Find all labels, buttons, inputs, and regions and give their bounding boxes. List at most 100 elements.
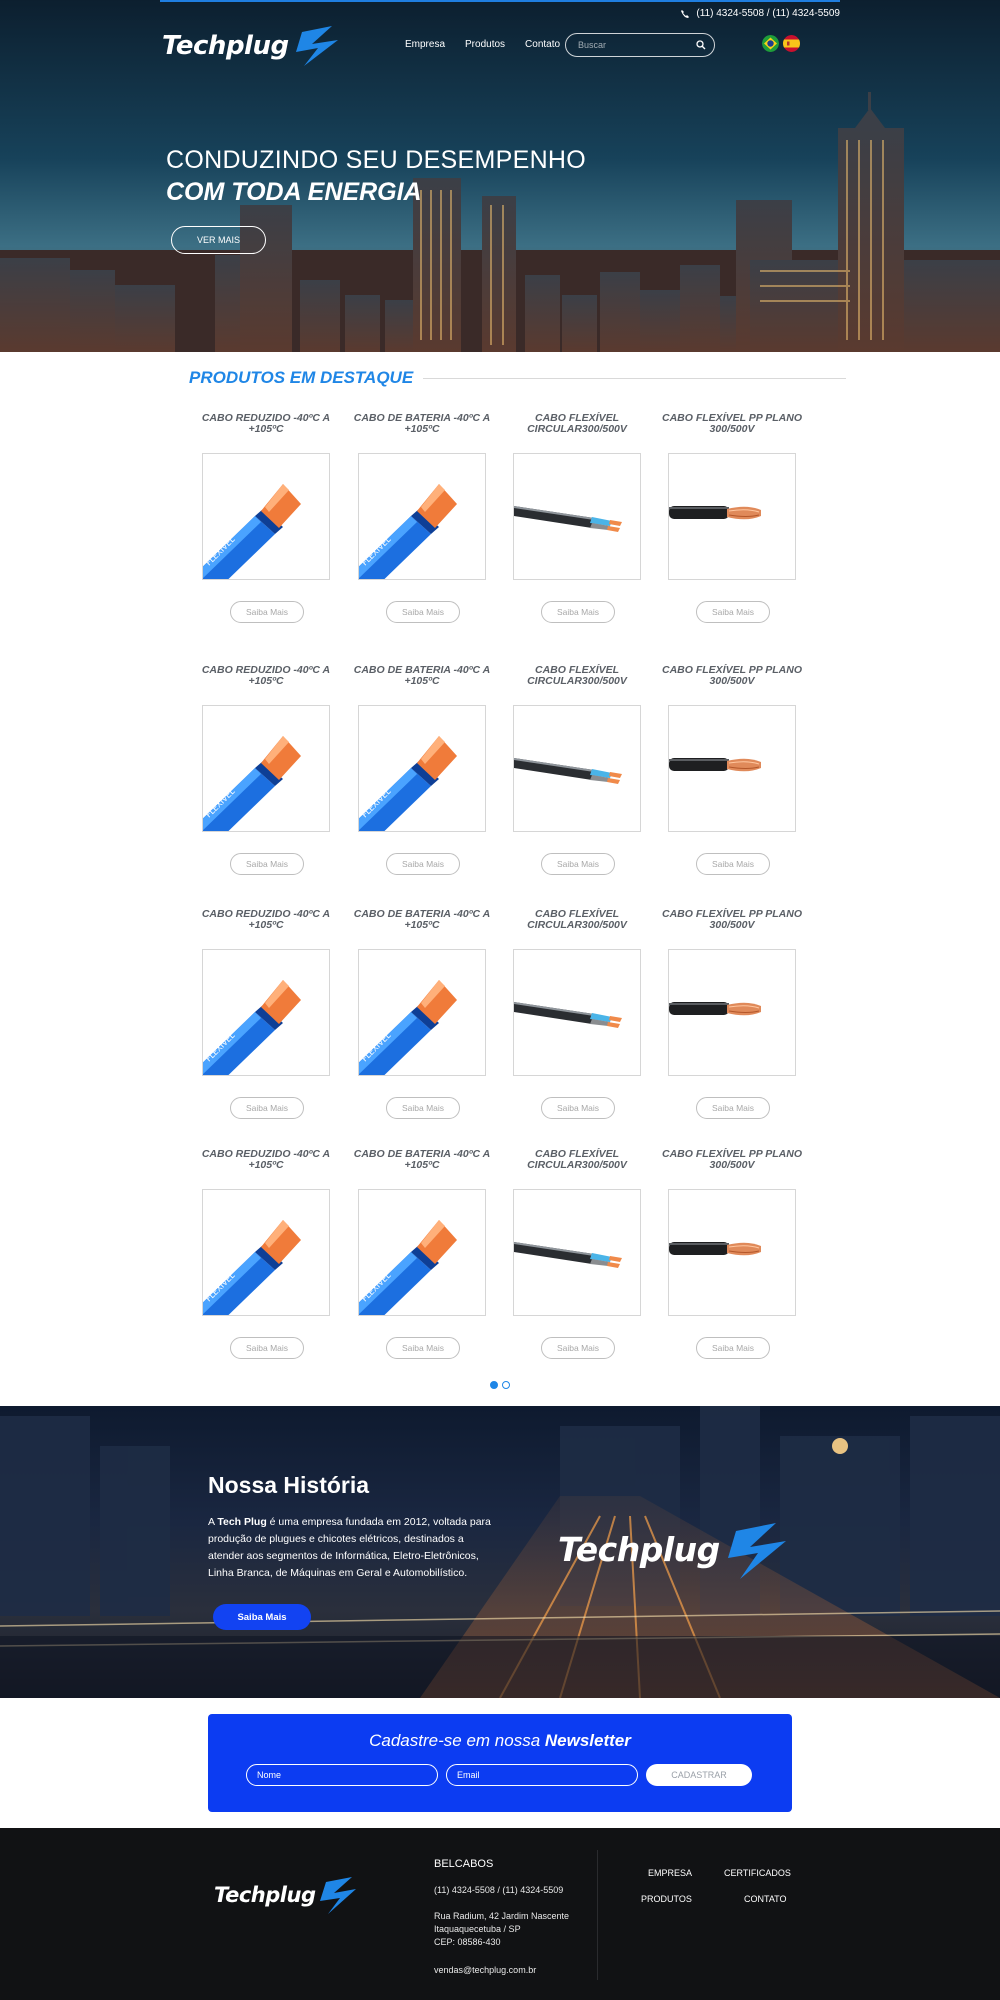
saiba-mais-button[interactable]: Saiba Mais [230, 1337, 304, 1359]
footer-address-line1: Rua Radium, 42 Jardim Nascente [434, 1911, 570, 1921]
saiba-mais-button[interactable]: Saiba Mais [386, 1337, 460, 1359]
search-input[interactable]: Buscar [565, 33, 715, 57]
saiba-mais-button[interactable]: Saiba Mais [696, 1337, 770, 1359]
product-image[interactable]: FLEXÍVEL [202, 705, 330, 832]
black-cable-image [669, 950, 795, 1075]
techplug-logo-footer[interactable]: Techplug [214, 1876, 360, 1916]
black-cable-image [669, 1190, 795, 1315]
history-saiba-mais-button[interactable]: Saiba Mais [213, 1604, 311, 1630]
saiba-mais-button[interactable]: Saiba Mais [696, 601, 770, 623]
svg-text:Techplug: Techplug [558, 1530, 720, 1569]
footer-address-line3: CEP: 08586-430 [434, 1937, 501, 1947]
ver-mais-button[interactable]: VER MAIS [171, 226, 266, 254]
product-name[interactable]: CABO FLEXÍVEL CIRCULAR300/500V [499, 909, 655, 931]
footer: Techplug BELCABOS (11) 4324-5508 / (11) … [0, 1828, 1000, 2000]
product-name[interactable]: CABO DE BATERIA -40ºC A +105ºC [344, 413, 500, 435]
saiba-mais-button[interactable]: Saiba Mais [541, 853, 615, 875]
search-icon[interactable] [696, 40, 706, 50]
product-image[interactable]: FLEXÍVEL [358, 705, 486, 832]
product-name[interactable]: CABO REDUZIDO -40ºC A +105ºC [188, 413, 344, 435]
product-image[interactable]: FLEXÍVEL [358, 453, 486, 580]
techplug-logo-large: Techplug [558, 1523, 786, 1579]
nav-contato[interactable]: Contato [525, 39, 560, 50]
product-image[interactable] [668, 1189, 796, 1316]
product-name[interactable]: CABO DE BATERIA -40ºC A +105ºC [344, 665, 500, 687]
newsletter-email-field[interactable]: Email [446, 1764, 638, 1786]
product-image[interactable]: FLEXÍVEL [358, 949, 486, 1076]
carousel-dot-1[interactable] [490, 1381, 498, 1389]
circular-cable-image [514, 1190, 640, 1315]
cadastrar-button[interactable]: CADASTRAR [646, 1764, 752, 1786]
product-name[interactable]: CABO FLEXÍVEL PP PLANO 300/500V [654, 1149, 810, 1171]
circular-cable-image [514, 706, 640, 831]
main-nav: Empresa Produtos Contato [405, 39, 560, 50]
newsletter-title-prefix: Cadastre-se em nossa [369, 1731, 545, 1750]
language-switcher [762, 35, 800, 52]
product-image[interactable]: FLEXÍVEL [202, 1189, 330, 1316]
saiba-mais-button[interactable]: Saiba Mais [230, 1097, 304, 1119]
circular-cable-image [514, 454, 640, 579]
product-image[interactable] [668, 705, 796, 832]
nav-empresa[interactable]: Empresa [405, 39, 445, 50]
footer-link-certificados[interactable]: CERTIFICADOS [724, 1868, 791, 1878]
product-image[interactable] [513, 453, 641, 580]
product-name[interactable]: CABO DE BATERIA -40ºC A +105ºC [344, 1149, 500, 1171]
saiba-mais-button[interactable]: Saiba Mais [696, 853, 770, 875]
product-name[interactable]: CABO REDUZIDO -40ºC A +105ºC [188, 909, 344, 931]
phone-icon [681, 9, 690, 18]
product-name[interactable]: CABO REDUZIDO -40ºC A +105ºC [188, 665, 344, 687]
hero-banner: Techplug (11) 4324-5508 / (11) 4324-5509… [0, 0, 1000, 352]
circular-cable-image [514, 950, 640, 1075]
newsletter-name-field[interactable]: Nome [246, 1764, 438, 1786]
section-divider [423, 378, 846, 379]
product-name[interactable]: CABO FLEXÍVEL PP PLANO 300/500V [654, 665, 810, 687]
product-image[interactable]: FLEXÍVEL [202, 949, 330, 1076]
history-text: A Tech Plug é uma empresa fundada em 201… [208, 1514, 498, 1582]
footer-email[interactable]: vendas@techplug.com.br [434, 1964, 536, 1977]
product-name[interactable]: CABO FLEXÍVEL PP PLANO 300/500V [654, 909, 810, 931]
product-image[interactable]: FLEXÍVEL [358, 1189, 486, 1316]
saiba-mais-button[interactable]: Saiba Mais [230, 853, 304, 875]
newsletter-title-bold: Newsletter [544, 1731, 631, 1750]
product-name[interactable]: CABO REDUZIDO -40ºC A +105ºC [188, 1149, 344, 1171]
black-cable-image [669, 706, 795, 831]
svg-text:Techplug: Techplug [214, 1883, 316, 1907]
saiba-mais-button[interactable]: Saiba Mais [230, 601, 304, 623]
product-image[interactable] [513, 1189, 641, 1316]
product-image[interactable] [513, 705, 641, 832]
nav-produtos[interactable]: Produtos [465, 39, 505, 50]
city-skyline-image [0, 92, 1000, 352]
product-name[interactable]: CABO FLEXÍVEL PP PLANO 300/500V [654, 413, 810, 435]
product-name[interactable]: CABO FLEXÍVEL CIRCULAR300/500V [499, 665, 655, 687]
top-accent-line [160, 0, 840, 2]
product-name[interactable]: CABO FLEXÍVEL CIRCULAR300/500V [499, 413, 655, 435]
product-name[interactable]: CABO DE BATERIA -40ºC A +105ºC [344, 909, 500, 931]
techplug-logo[interactable]: Techplug [162, 24, 344, 68]
blue-cable-image: FLEXÍVEL [203, 1190, 329, 1315]
brazil-flag-icon[interactable] [762, 35, 779, 52]
saiba-mais-button[interactable]: Saiba Mais [541, 1097, 615, 1119]
product-image[interactable] [668, 453, 796, 580]
carousel-dot-2[interactable] [502, 1381, 510, 1389]
spain-flag-icon[interactable] [783, 35, 800, 52]
saiba-mais-button[interactable]: Saiba Mais [386, 601, 460, 623]
saiba-mais-button[interactable]: Saiba Mais [386, 853, 460, 875]
footer-link-produtos[interactable]: PRODUTOS [641, 1894, 692, 1904]
saiba-mais-button[interactable]: Saiba Mais [541, 601, 615, 623]
product-image[interactable] [668, 949, 796, 1076]
saiba-mais-button[interactable]: Saiba Mais [386, 1097, 460, 1119]
night-city-highway-image [0, 1406, 1000, 1698]
blue-cable-image: FLEXÍVEL [203, 454, 329, 579]
saiba-mais-button[interactable]: Saiba Mais [696, 1097, 770, 1119]
svg-text:Techplug: Techplug [162, 31, 289, 61]
product-name[interactable]: CABO FLEXÍVEL CIRCULAR300/500V [499, 1149, 655, 1171]
history-section: Nossa História A Tech Plug é uma empresa… [0, 1406, 1000, 1698]
product-image[interactable] [513, 949, 641, 1076]
blue-cable-image: FLEXÍVEL [203, 950, 329, 1075]
black-cable-image [669, 454, 795, 579]
footer-link-contato[interactable]: CONTATO [744, 1894, 787, 1904]
saiba-mais-button[interactable]: Saiba Mais [541, 1337, 615, 1359]
footer-link-empresa[interactable]: EMPRESA [648, 1868, 692, 1878]
product-image[interactable]: FLEXÍVEL [202, 453, 330, 580]
featured-products-title: PRODUTOS EM DESTAQUE [189, 368, 414, 387]
